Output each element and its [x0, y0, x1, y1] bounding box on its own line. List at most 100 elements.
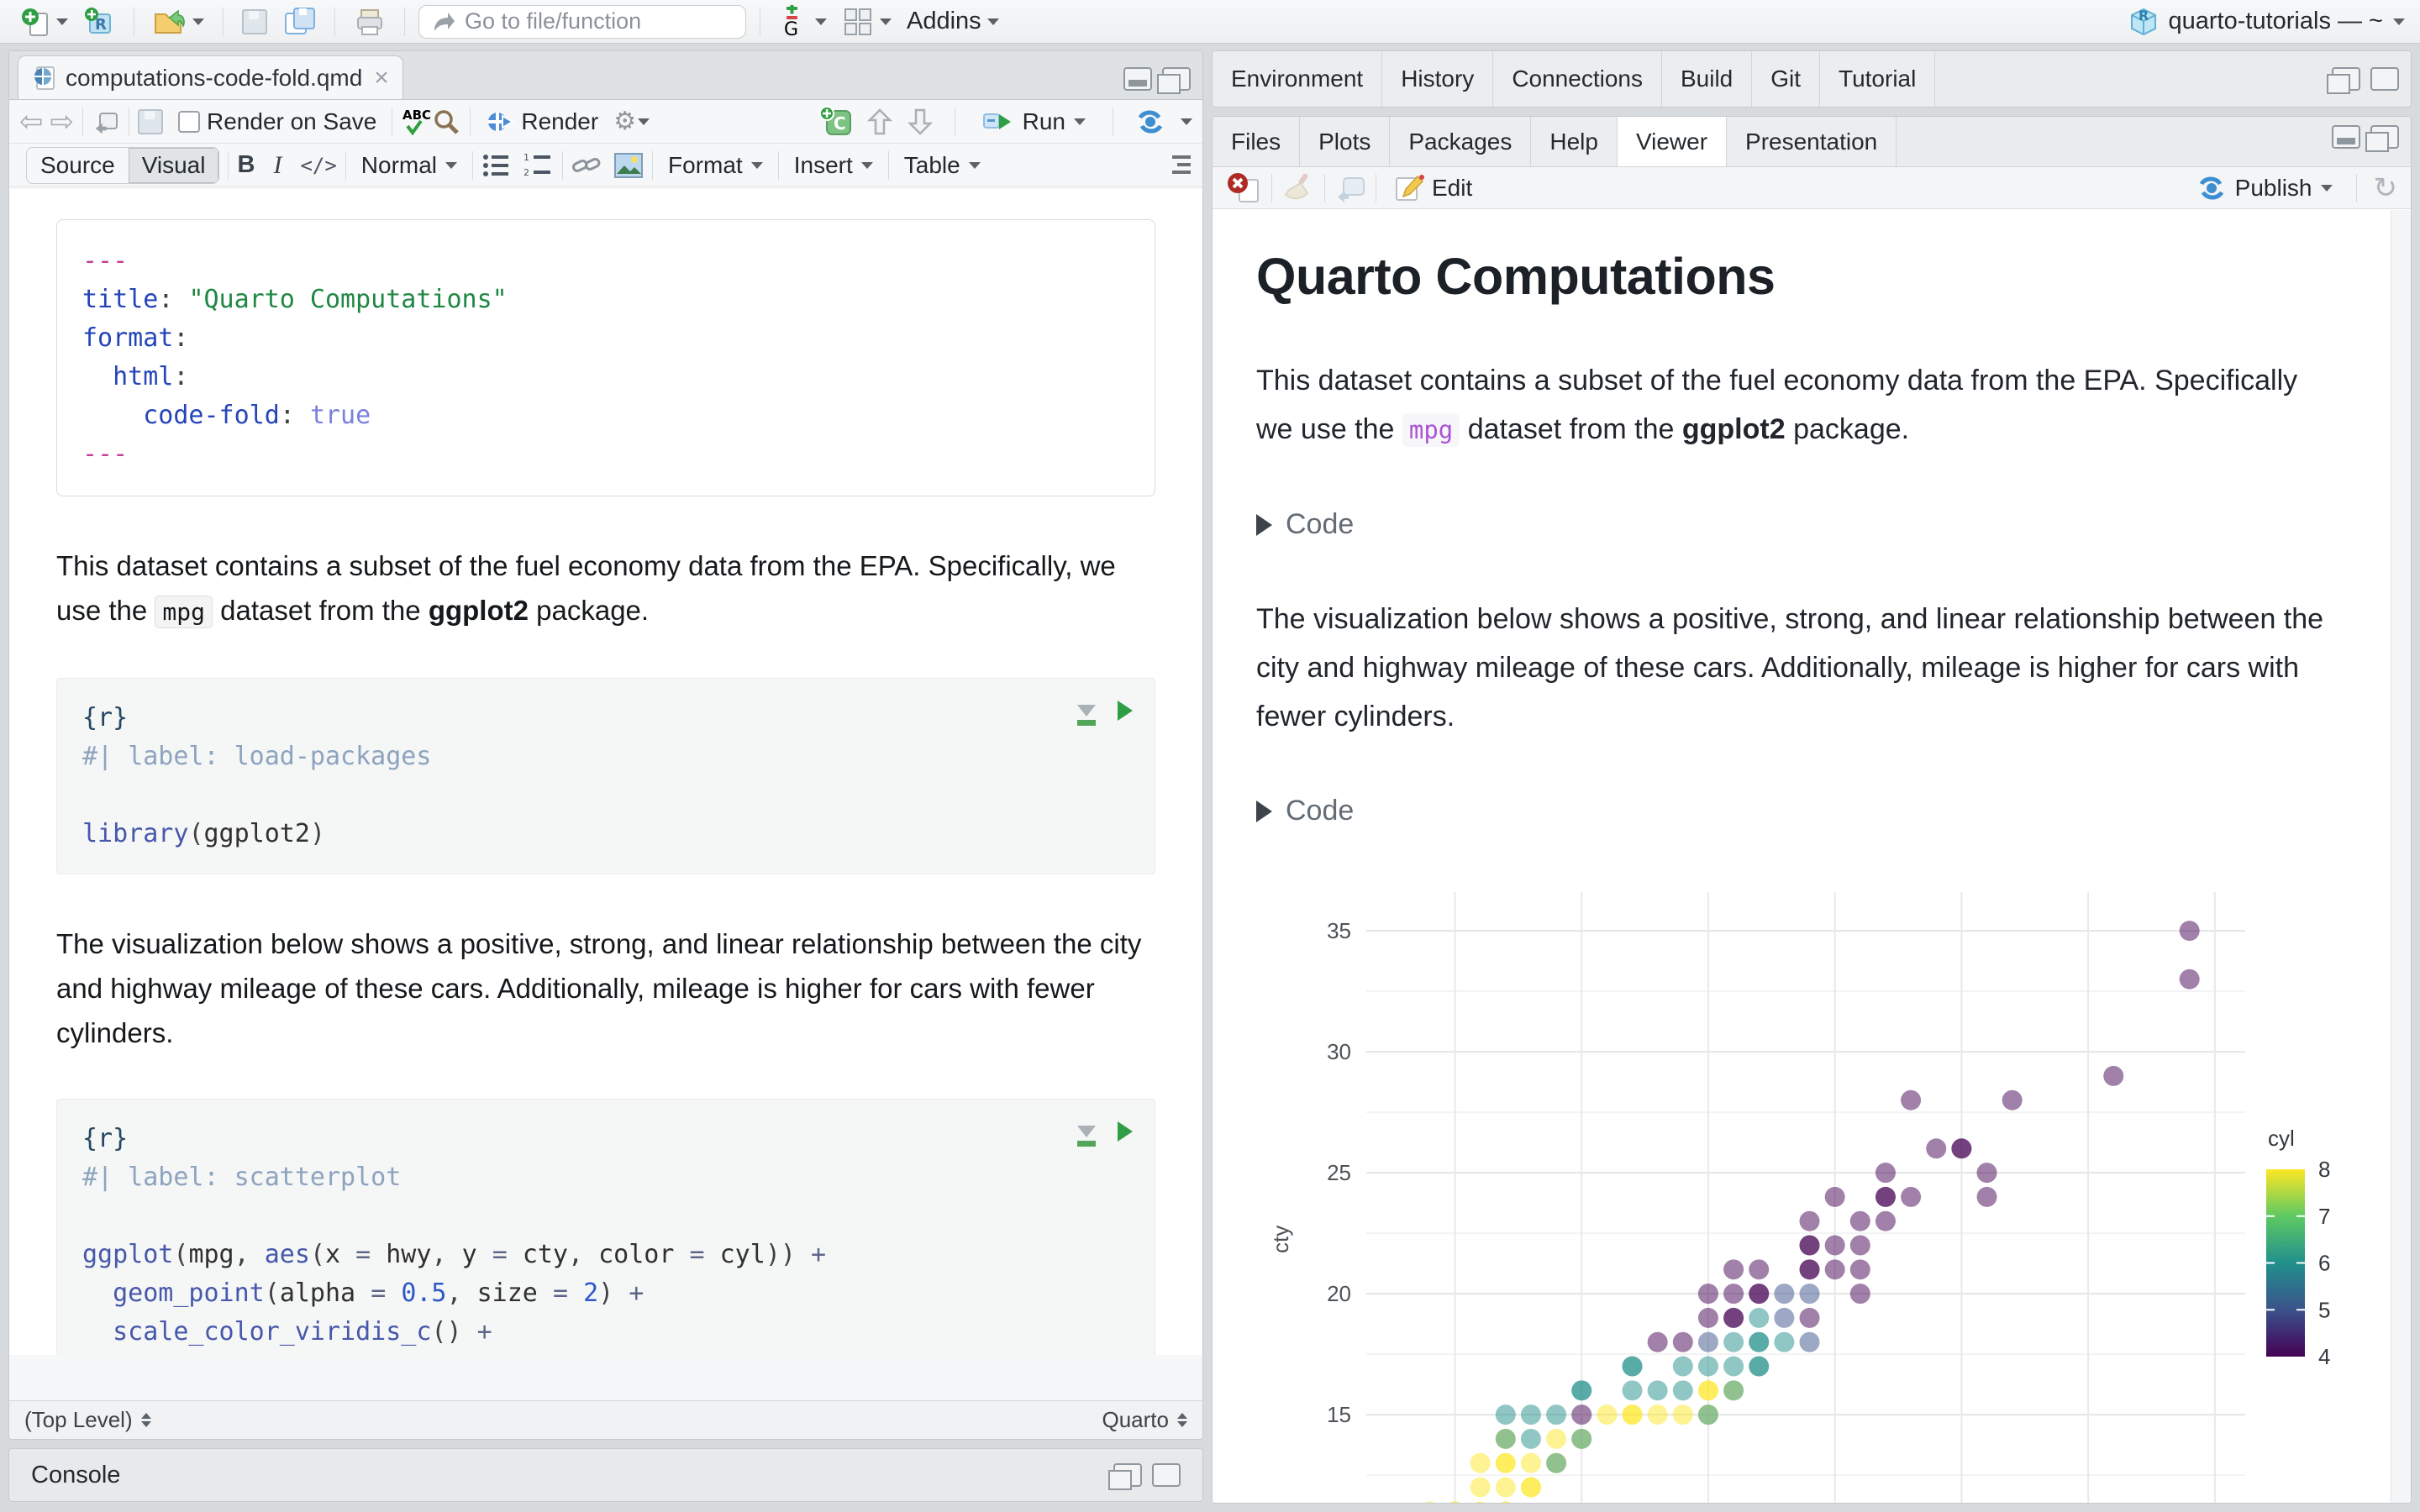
pane2-tab-plots[interactable]: Plots	[1300, 117, 1391, 166]
gear-icon[interactable]: ⚙	[613, 107, 636, 136]
run-chunks-above-icon[interactable]	[1077, 705, 1096, 726]
stop-viewer-icon[interactable]	[1226, 171, 1263, 205]
yaml-block[interactable]: --- title: "Quarto Computations" format: h…	[56, 219, 1155, 496]
minimize-pane-icon[interactable]	[1123, 67, 1152, 91]
link-icon[interactable]	[571, 152, 602, 179]
spellcheck-icon[interactable]: ABC	[401, 106, 431, 138]
maximize-pane-icon[interactable]	[1152, 1463, 1181, 1487]
maximize-pane-icon[interactable]	[2370, 67, 2399, 91]
toggle-visual[interactable]: Visual	[128, 147, 219, 183]
environment-pane-tabs: Environment History Connections Build Git Tut…	[1213, 51, 1936, 107]
run-button[interactable]: Run	[976, 106, 1092, 138]
edit-button[interactable]: Edit	[1385, 169, 1479, 207]
save-button[interactable]	[237, 6, 272, 38]
close-icon[interactable]: ×	[374, 64, 389, 92]
search-icon[interactable]	[431, 107, 461, 137]
svg-text:30: 30	[1327, 1039, 1351, 1064]
pane2-tab-viewer[interactable]: Viewer	[1617, 117, 1728, 166]
code-fold-2[interactable]: Code	[1256, 795, 2340, 827]
svg-text:6: 6	[2318, 1251, 2330, 1276]
paragraph-style-dropdown[interactable]: Normal	[355, 150, 464, 181]
save-all-button[interactable]	[277, 3, 321, 40]
forward-icon[interactable]: ⇨	[50, 105, 75, 139]
scatterplot-figure: 101520253035ctycyl87654	[1224, 892, 2391, 1503]
code-button[interactable]: </>	[300, 154, 336, 177]
rendered-document[interactable]: Quarto Computations This dataset contain…	[1213, 210, 2391, 1503]
pane1-tab-tutorial[interactable]: Tutorial	[1820, 51, 1936, 107]
open-folder-icon	[155, 8, 185, 34]
run-above-icon[interactable]	[865, 107, 894, 137]
pane1-tab-environment[interactable]: Environment	[1213, 51, 1383, 107]
chevron-down-icon	[2320, 184, 2333, 192]
tab-computations-code-fold[interactable]: computations-code-fold.qmd ×	[18, 55, 403, 99]
new-project-button[interactable]: R	[78, 3, 120, 41]
table-dropdown[interactable]: Table	[897, 150, 987, 181]
run-chunk-icon[interactable]	[1118, 701, 1133, 721]
image-icon[interactable]	[613, 152, 644, 179]
pane2-tab-help[interactable]: Help	[1531, 117, 1618, 166]
run-chunk-icon[interactable]	[1118, 1121, 1133, 1142]
popout-icon[interactable]	[92, 108, 120, 135]
refresh-icon[interactable]: ↻	[2374, 171, 2398, 205]
viewer-scrollbar[interactable]	[2391, 210, 2411, 1503]
rerun-icon[interactable]	[1134, 108, 1167, 136]
restore-pane-icon[interactable]	[2327, 67, 2360, 94]
popout-icon[interactable]	[1334, 173, 1367, 203]
project-menu[interactable]: R quarto-tutorials — ~	[2127, 5, 2405, 39]
maximize-pane-icon[interactable]	[2365, 125, 2399, 152]
minimize-pane-icon[interactable]	[2332, 125, 2360, 149]
pane2-tab-presentation[interactable]: Presentation	[1727, 117, 1897, 166]
insert-chunk-icon[interactable]: C	[818, 105, 854, 138]
console-pane[interactable]: Console	[8, 1448, 1203, 1502]
pane2-tab-packages[interactable]: Packages	[1390, 117, 1532, 166]
save-icon[interactable]	[138, 108, 163, 134]
outline-location[interactable]: (Top Level)	[24, 1407, 133, 1433]
code-fold-label: Code	[1286, 508, 1355, 540]
pane1-tab-build[interactable]: Build	[1661, 51, 1753, 107]
pane2-tab-files[interactable]: Files	[1213, 117, 1301, 166]
format-dropdown[interactable]: Format	[661, 150, 770, 181]
clear-broom-icon[interactable]	[1281, 171, 1316, 205]
goto-file-box[interactable]: Go to file/function	[418, 4, 746, 39]
version-control-button[interactable]: G	[774, 2, 832, 42]
pane1-tab-history[interactable]: History	[1382, 51, 1494, 107]
run-chunks-above-icon[interactable]	[1077, 1126, 1096, 1147]
svg-text:35: 35	[1327, 918, 1351, 943]
print-icon	[357, 8, 382, 35]
outline-icon[interactable]	[1164, 153, 1192, 178]
bullet-list-icon[interactable]	[481, 152, 512, 179]
bold-button[interactable]: B	[237, 151, 255, 179]
doc-paragraph-1: This dataset contains a subset of the fu…	[1256, 365, 2298, 447]
italic-button[interactable]: I	[273, 151, 281, 180]
pane1-tab-connections[interactable]: Connections	[1493, 51, 1662, 107]
save-all-icon	[285, 7, 315, 34]
toggle-source[interactable]: Source	[27, 148, 129, 183]
numbered-list-icon[interactable]: 1 2	[523, 152, 554, 179]
new-file-button[interactable]	[15, 3, 73, 40]
publish-button[interactable]: Publish	[2188, 171, 2339, 205]
code-chunk-load-packages[interactable]: {r} #| label: load-packages library(ggplo…	[56, 678, 1155, 874]
render-button[interactable]: Render	[479, 105, 605, 139]
back-icon[interactable]: ⇦	[19, 105, 44, 139]
code-chunk-scatterplot[interactable]: {r} #| label: scatterplot ggplot(mpg, aes…	[56, 1099, 1155, 1355]
render-on-save-checkbox[interactable]: Render on Save	[171, 106, 383, 138]
viewer-toolbar: Edit Publish ↻	[1213, 167, 2411, 209]
code-fold-1[interactable]: Code	[1256, 508, 2340, 541]
file-type-label[interactable]: Quarto	[1102, 1407, 1170, 1433]
doc-title: Quarto Computations	[1256, 248, 1776, 305]
open-file-button[interactable]	[148, 4, 209, 39]
insert-dropdown[interactable]: Insert	[787, 150, 880, 181]
addins-button[interactable]: Addins	[902, 4, 1004, 39]
print-button[interactable]	[349, 3, 391, 40]
diff-icon: G	[784, 4, 798, 39]
maximize-pane-icon[interactable]	[1157, 67, 1191, 94]
editor-paragraph-2: The visualization below shows a positive…	[56, 928, 1142, 1048]
restore-pane-icon[interactable]	[1108, 1463, 1142, 1490]
editor-content[interactable]: --- title: "Quarto Computations" format: h…	[9, 189, 1202, 1355]
console-title: Console	[31, 1461, 121, 1488]
panes-layout-button[interactable]	[837, 3, 897, 41]
triangle-right-icon	[1256, 513, 1272, 536]
pane1-tab-git[interactable]: Git	[1752, 51, 1821, 107]
run-below-icon[interactable]	[906, 107, 934, 137]
svg-text:20: 20	[1327, 1281, 1351, 1306]
